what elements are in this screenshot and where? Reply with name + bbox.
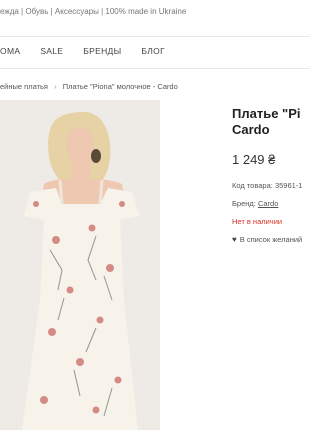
header-divider: [0, 36, 310, 37]
product-brand-label: Бренд:: [232, 199, 258, 208]
nav-divider: [0, 68, 310, 69]
product-photo-image: [0, 100, 160, 430]
wishlist-button[interactable]: ♥ В список желаний: [232, 235, 310, 244]
product-brand: Бренд: Cardo: [232, 199, 310, 208]
breadcrumb-separator: ›: [54, 82, 57, 91]
product-code: Код товара: 35961-1: [232, 181, 303, 190]
nav-item-sale[interactable]: SALE: [40, 46, 63, 56]
product-meta: Код товара: 35961-1 Бренд: Cardo Нет в н…: [232, 181, 310, 244]
nav-item-blog[interactable]: БЛОГ: [141, 46, 165, 56]
main-nav: ДОМА SALE БРЕНДЫ БЛОГ: [0, 46, 185, 56]
product-price: 1 249 ₴: [232, 152, 276, 167]
wishlist-label: В список желаний: [239, 235, 303, 244]
product-brand-link[interactable]: Cardo: [258, 199, 278, 208]
stock-status: Нет в наличии: [232, 217, 283, 226]
product-photo[interactable]: [0, 100, 160, 430]
product-title-line-2: Cardo: [232, 122, 270, 137]
breadcrumb-item-current: Платье "Piona" молочное - Cardo: [62, 82, 178, 91]
product-title-line-1: Платье "Pi: [232, 106, 301, 121]
product-info: Платье "Pi Cardo 1 249 ₴ Код товара: 359…: [232, 106, 310, 253]
header-tagline: ежда | Обувь | Аксессуары | 100% made in…: [0, 7, 187, 16]
heart-icon: ♥: [232, 235, 237, 244]
product-title: Платье "Pi Cardo: [232, 106, 310, 138]
breadcrumb: ейные платья › Платье "Piona" молочное -…: [0, 82, 178, 91]
nav-item-home[interactable]: ДОМА: [0, 46, 20, 56]
nav-item-brands[interactable]: БРЕНДЫ: [83, 46, 121, 56]
breadcrumb-item-category[interactable]: ейные платья: [0, 82, 48, 91]
